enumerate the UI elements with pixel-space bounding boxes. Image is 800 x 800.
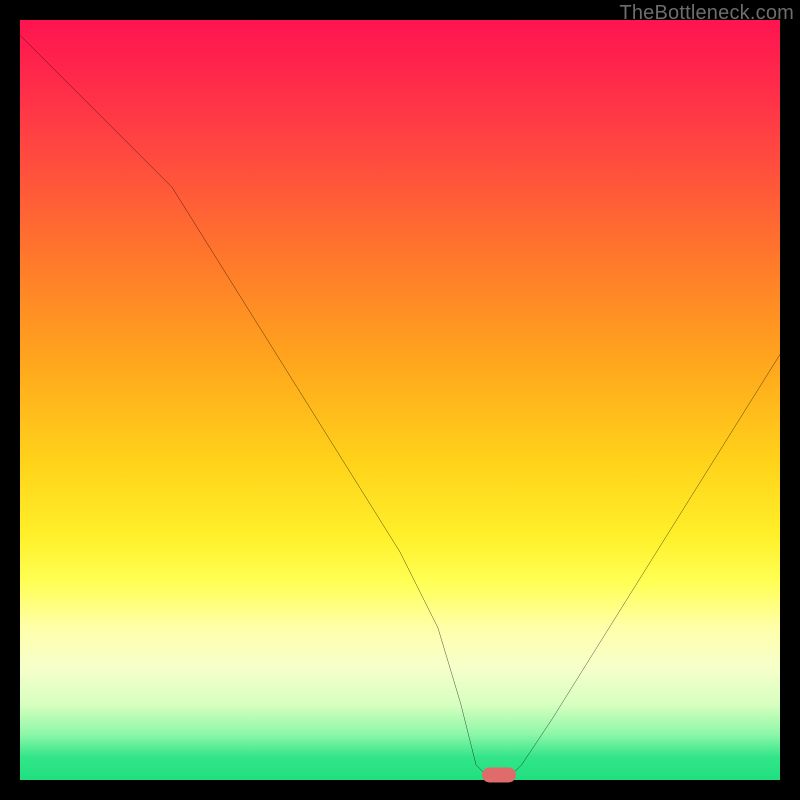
- optimal-marker: [482, 768, 516, 783]
- watermark-text: TheBottleneck.com: [619, 2, 794, 25]
- plot-area: [20, 20, 780, 780]
- chart-frame: TheBottleneck.com: [0, 0, 800, 800]
- bottleneck-curve: [20, 20, 780, 780]
